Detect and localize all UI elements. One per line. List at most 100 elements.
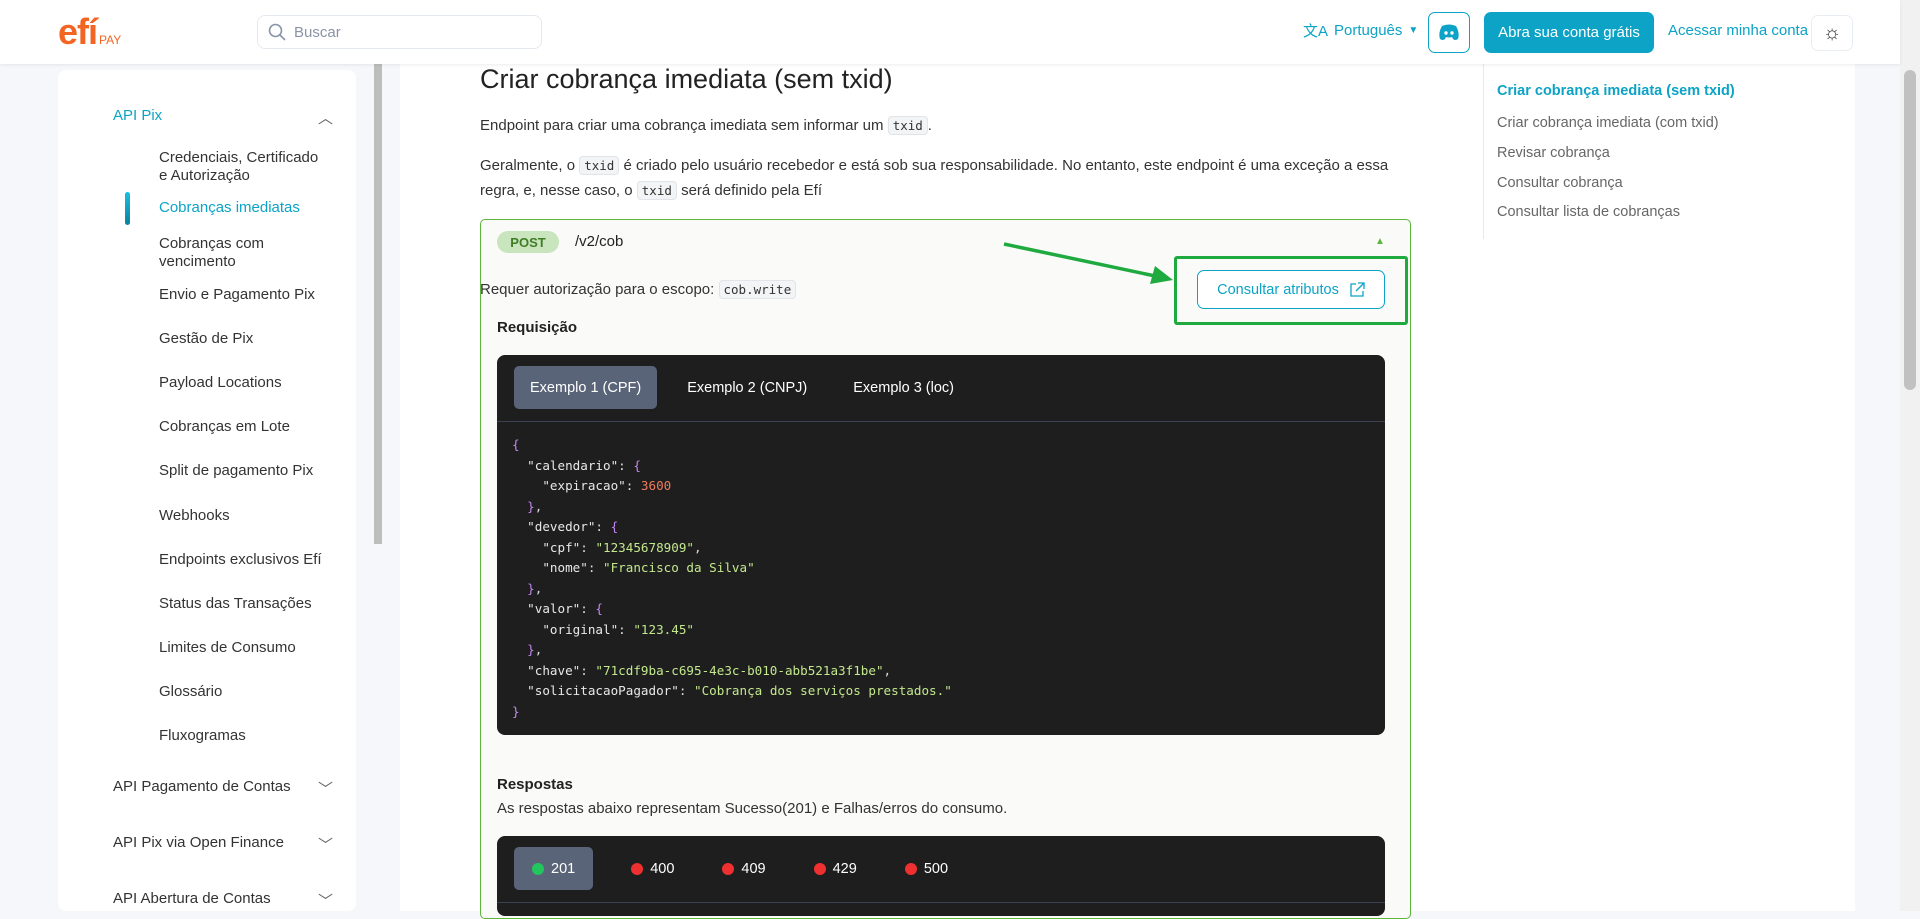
divider: [497, 902, 1385, 903]
discord-icon: [1439, 24, 1459, 40]
sidebar-item-active[interactable]: Cobranças imediatas: [159, 199, 329, 217]
sidebar-item[interactable]: Limites de Consumo: [159, 639, 329, 657]
page-title: Criar cobrança imediata (sem txid): [480, 64, 893, 94]
sidebar-item[interactable]: Split de pagamento Pix: [159, 462, 329, 480]
tab-example-3[interactable]: Exemplo 3 (loc): [837, 366, 970, 409]
toc-item[interactable]: Consultar cobrança: [1497, 175, 1623, 191]
search-placeholder: Buscar: [294, 23, 341, 41]
toc-item[interactable]: Revisar cobrança: [1497, 145, 1610, 161]
tab-example-2[interactable]: Exemplo 2 (CNPJ): [671, 366, 823, 409]
request-code-panel: Exemplo 1 (CPF) Exemplo 2 (CNPJ) Exemplo…: [497, 355, 1385, 735]
sidebar: API Pix ︿ Credenciais, Certificado e Auto…: [58, 70, 356, 911]
status-tab-201[interactable]: 201: [514, 847, 594, 890]
search-input[interactable]: Buscar: [257, 15, 542, 49]
theme-toggle-button[interactable]: ☼: [1811, 15, 1853, 51]
status-tab-400[interactable]: 400: [613, 847, 692, 890]
inline-code: txid: [887, 116, 928, 135]
sidebar-item[interactable]: Credenciais, Certificado e Autorização: [159, 149, 329, 185]
text: Geralmente, o: [480, 157, 576, 174]
page-scrollbar-thumb[interactable]: [1904, 70, 1916, 390]
tab-example-1[interactable]: Exemplo 1 (CPF): [514, 366, 658, 409]
sidebar-group-pagamento-contas[interactable]: API Pagamento de Contas ﹀: [113, 778, 333, 799]
status-dot-icon: [631, 862, 644, 875]
sidebar-item[interactable]: Glossário: [159, 683, 329, 701]
code-key: "devedor": [527, 519, 596, 534]
status-dot-icon: [904, 862, 917, 875]
sidebar-item[interactable]: Cobranças com vencimento: [159, 235, 289, 271]
scope-label: Requer autorização para o escopo:: [480, 281, 715, 298]
sidebar-item[interactable]: Cobranças em Lote: [159, 418, 329, 436]
code-key: "valor": [527, 601, 581, 616]
request-label: Requisição: [497, 319, 578, 336]
code-key: "cpf": [542, 539, 581, 555]
status-tab-409[interactable]: 409: [704, 847, 783, 890]
sidebar-item[interactable]: Webhooks: [159, 507, 329, 525]
code-value: "Francisco da Silva": [603, 560, 755, 575]
code-key: "original": [542, 621, 619, 637]
code-value: 3600: [640, 478, 672, 493]
logo-text: efí: [58, 11, 98, 52]
sidebar-item[interactable]: Gestão de Pix: [159, 330, 329, 348]
code-value: "123.45": [633, 621, 695, 637]
status-code: 500: [923, 860, 949, 877]
chevron-down-icon: ﹀: [317, 837, 333, 854]
toc-item-active[interactable]: Criar cobrança imediata (sem txid): [1497, 83, 1735, 99]
text: nesse caso, o: [540, 182, 633, 199]
example-tabs: Exemplo 1 (CPF) Exemplo 2 (CNPJ) Exemplo…: [514, 366, 970, 409]
open-account-button[interactable]: Abra sua conta grátis: [1484, 12, 1654, 53]
sidebar-group-open-finance[interactable]: API Pix via Open Finance ﹀: [113, 834, 333, 855]
status-tab-429[interactable]: 429: [796, 847, 875, 890]
active-indicator: [125, 192, 130, 225]
status-code: 201: [551, 860, 576, 877]
status-code: 400: [650, 860, 675, 877]
endpoint-path: /v2/cob: [575, 233, 624, 250]
scope-text: Requer autorização para o escopo: cob.wr…: [480, 277, 797, 302]
sidebar-item[interactable]: Payload Locations: [159, 374, 329, 392]
code-value: "71cdf9ba-c695-4e3c-b010-abb521a3f1be": [595, 662, 884, 678]
status-tabs: 201 400 409 429 500: [514, 847, 976, 890]
sun-icon: ☼: [1822, 21, 1842, 44]
method-badge: POST: [497, 231, 559, 253]
sidebar-item[interactable]: Envio e Pagamento Pix: [159, 286, 329, 304]
code-value: "Cobrança dos serviços prestados.": [694, 683, 952, 698]
group-label: API Pix: [113, 107, 163, 124]
language-label: Português: [1334, 22, 1403, 39]
code-key: "nome": [542, 560, 588, 575]
status-dot-icon: [722, 862, 735, 875]
inline-code: txid: [579, 156, 620, 175]
description-paragraph: Geralmente, o txid é criado pelo usuário…: [480, 153, 1400, 203]
code-block: { "calendario": { "expiracao": 3600 }, "…: [512, 437, 952, 719]
scope-code: cob.write: [718, 280, 797, 299]
divider: [497, 421, 1385, 422]
responses-label: Respostas: [497, 776, 573, 793]
sidebar-item[interactable]: Endpoints exclusivos Efí: [159, 551, 329, 569]
code-key: "calendario": [527, 457, 619, 473]
group-label: API Pagamento de Contas: [113, 778, 291, 795]
caret-down-icon: ▼: [1408, 25, 1419, 36]
group-label: API Pix via Open Finance: [113, 834, 284, 851]
code-value: "12345678909": [595, 539, 695, 555]
sidebar-group-api-pix[interactable]: API Pix ︿: [113, 107, 333, 128]
translate-icon: 文A: [1303, 23, 1329, 40]
language-selector[interactable]: 文A Português ▼: [1303, 20, 1418, 41]
code-key: "expiracao": [542, 478, 626, 493]
efi-pay-logo[interactable]: efí PAY: [58, 14, 121, 58]
status-tab-500[interactable]: 500: [887, 847, 966, 890]
sidebar-scrollbar[interactable]: [374, 64, 382, 544]
toc-border: [1483, 64, 1484, 239]
chevron-up-icon: ︿: [317, 110, 333, 127]
sidebar-group-abertura-contas[interactable]: API Abertura de Contas ﹀: [113, 890, 333, 911]
login-link[interactable]: Acessar minha conta: [1668, 22, 1808, 39]
collapse-caret-icon[interactable]: ▲: [1375, 236, 1385, 247]
logo-sub: PAY: [99, 33, 122, 47]
toc-item[interactable]: Consultar lista de cobranças: [1497, 204, 1680, 220]
text: Endpoint para criar uma cobrança imediat…: [480, 117, 884, 134]
chevron-down-icon: ﹀: [317, 893, 333, 910]
toc-item[interactable]: Criar cobrança imediata (com txid): [1497, 115, 1719, 131]
sidebar-item[interactable]: Fluxogramas: [159, 727, 329, 745]
discord-button[interactable]: [1428, 12, 1470, 53]
sidebar-item[interactable]: Status das Transações: [159, 595, 329, 613]
inline-code: txid: [636, 181, 677, 200]
status-dot-icon: [813, 862, 826, 875]
intro-paragraph: Endpoint para criar uma cobrança imediat…: [480, 113, 932, 138]
